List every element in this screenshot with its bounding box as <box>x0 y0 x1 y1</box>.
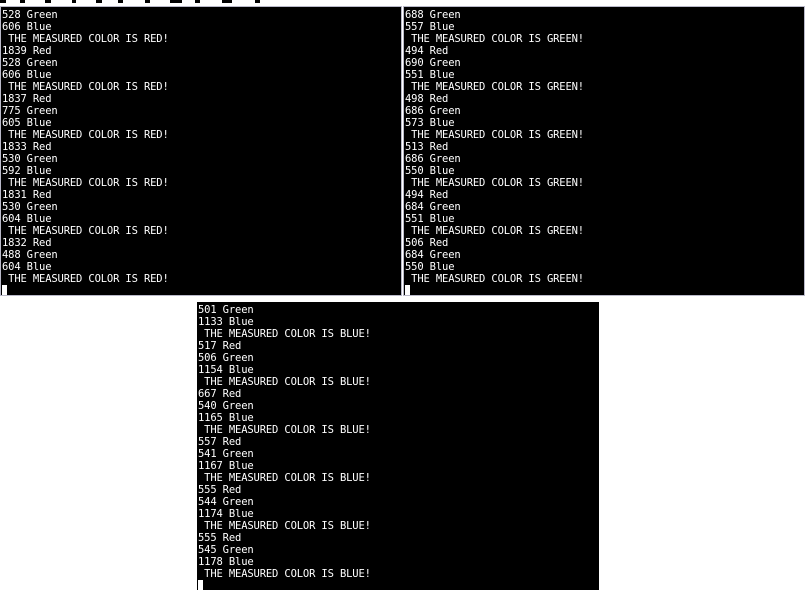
terminal-line: 1833 Red <box>2 141 52 153</box>
terminal-window-red[interactable]: 528 Green 606 Blue THE MEASURED COLOR IS … <box>0 6 402 296</box>
terminal-line: 592 Blue <box>2 165 52 177</box>
terminal-line: 667 Red <box>198 388 242 400</box>
terminal-window-green[interactable]: 688 Green 557 Blue THE MEASURED COLOR IS … <box>403 6 805 296</box>
terminal-line: 517 Red <box>198 340 242 352</box>
terminal-line: 684 Green <box>405 201 461 213</box>
terminal-line: 1178 Blue <box>198 556 254 568</box>
terminal-line: THE MEASURED COLOR IS BLUE! <box>198 472 371 484</box>
terminal-line: 494 Red <box>405 189 449 201</box>
terminal-line: 605 Blue <box>2 117 52 129</box>
terminal-line: 498 Red <box>405 93 449 105</box>
text-cursor <box>2 285 7 295</box>
terminal-line: 555 Red <box>198 484 242 496</box>
terminal-line: 488 Green <box>2 249 58 261</box>
terminal-line: 513 Red <box>405 141 449 153</box>
terminal-line: 544 Green <box>198 496 254 508</box>
terminal-line: 555 Red <box>198 532 242 544</box>
terminal-line: THE MEASURED COLOR IS BLUE! <box>198 568 371 580</box>
terminal-line: THE MEASURED COLOR IS RED! <box>2 33 169 45</box>
terminal-line: 686 Green <box>405 153 461 165</box>
terminal-line: 1174 Blue <box>198 508 254 520</box>
terminal-output-red: 528 Green 606 Blue THE MEASURED COLOR IS … <box>2 9 169 285</box>
terminal-line: 528 Green <box>2 57 58 69</box>
terminal-line: THE MEASURED COLOR IS GREEN! <box>405 177 584 189</box>
terminal-output-green: 688 Green 557 Blue THE MEASURED COLOR IS … <box>405 9 584 285</box>
terminal-line: 540 Green <box>198 400 254 412</box>
terminal-line: 1832 Red <box>2 237 52 249</box>
terminal-line: 551 Blue <box>405 69 455 81</box>
terminal-line: 690 Green <box>405 57 461 69</box>
terminal-line: 501 Green <box>198 304 254 316</box>
terminal-line: THE MEASURED COLOR IS BLUE! <box>198 424 371 436</box>
terminal-line: 530 Green <box>2 153 58 165</box>
terminal-line: THE MEASURED COLOR IS GREEN! <box>405 225 584 237</box>
terminal-line: 494 Red <box>405 45 449 57</box>
terminal-window-blue[interactable]: 501 Green 1133 Blue THE MEASURED COLOR IS… <box>197 302 599 590</box>
terminal-line: 1165 Blue <box>198 412 254 424</box>
terminal-line: 606 Blue <box>2 69 52 81</box>
terminal-line: 573 Blue <box>405 117 455 129</box>
terminal-line: THE MEASURED COLOR IS GREEN! <box>405 273 584 285</box>
terminal-line: 684 Green <box>405 249 461 261</box>
terminal-line: 606 Blue <box>2 21 52 33</box>
terminal-line: 1167 Blue <box>198 460 254 472</box>
terminal-line: 604 Blue <box>2 261 52 273</box>
terminal-line: 1154 Blue <box>198 364 254 376</box>
terminal-line: 557 Red <box>198 436 242 448</box>
terminal-line: 686 Green <box>405 105 461 117</box>
terminal-line: 604 Blue <box>2 213 52 225</box>
terminal-line: 550 Blue <box>405 165 455 177</box>
terminal-line: THE MEASURED COLOR IS RED! <box>2 81 169 93</box>
terminal-line: 1839 Red <box>2 45 52 57</box>
text-cursor <box>198 580 203 590</box>
terminal-output-blue: 501 Green 1133 Blue THE MEASURED COLOR IS… <box>198 304 371 580</box>
terminal-line: 528 Green <box>2 9 58 21</box>
terminal-line: 550 Blue <box>405 261 455 273</box>
terminal-line: 506 Red <box>405 237 449 249</box>
terminal-line: 1831 Red <box>2 189 52 201</box>
terminal-line: THE MEASURED COLOR IS RED! <box>2 129 169 141</box>
terminal-line: THE MEASURED COLOR IS RED! <box>2 225 169 237</box>
terminal-line: THE MEASURED COLOR IS GREEN! <box>405 81 584 93</box>
terminal-line: 506 Green <box>198 352 254 364</box>
terminal-line: 545 Green <box>198 544 254 556</box>
terminal-line: 1133 Blue <box>198 316 254 328</box>
terminal-line: THE MEASURED COLOR IS RED! <box>2 273 169 285</box>
terminal-line: 530 Green <box>2 201 58 213</box>
terminal-line: 1837 Red <box>2 93 52 105</box>
terminal-line: 541 Green <box>198 448 254 460</box>
terminal-line: THE MEASURED COLOR IS BLUE! <box>198 328 371 340</box>
terminal-line: THE MEASURED COLOR IS GREEN! <box>405 129 584 141</box>
terminal-line: THE MEASURED COLOR IS GREEN! <box>405 33 584 45</box>
terminal-line: 557 Blue <box>405 21 455 33</box>
text-cursor <box>405 285 410 295</box>
terminal-line: THE MEASURED COLOR IS RED! <box>2 177 169 189</box>
terminal-line: THE MEASURED COLOR IS BLUE! <box>198 520 371 532</box>
terminal-line: 775 Green <box>2 105 58 117</box>
terminal-line: 551 Blue <box>405 213 455 225</box>
terminal-line: THE MEASURED COLOR IS BLUE! <box>198 376 371 388</box>
terminal-line: 688 Green <box>405 9 461 21</box>
